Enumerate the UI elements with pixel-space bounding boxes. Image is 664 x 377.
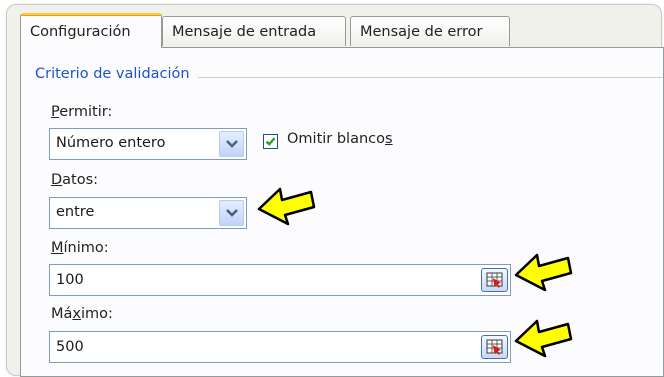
- range-selector-icon: [486, 272, 503, 288]
- range-selector-icon: [486, 339, 503, 355]
- tab-mensaje-entrada[interactable]: Mensaje de entrada: [162, 16, 346, 46]
- permitir-dropdown-button[interactable]: [219, 131, 244, 157]
- maximo-label: Máximo:: [51, 306, 113, 322]
- minimo-range-button[interactable]: [481, 268, 508, 292]
- permitir-select[interactable]: Número entero: [49, 128, 247, 160]
- tab-label: Mensaje de error: [360, 24, 483, 40]
- maximo-input[interactable]: 500: [49, 331, 511, 363]
- tab-configuracion[interactable]: Configuración: [20, 13, 162, 48]
- minimo-label: Mínimo:: [51, 240, 109, 256]
- permitir-value: Número entero: [56, 135, 166, 151]
- omitir-blancos-checkbox[interactable]: [263, 134, 278, 149]
- chevron-down-icon: [226, 209, 238, 217]
- chevron-down-icon: [226, 140, 238, 148]
- tab-mensaje-error[interactable]: Mensaje de error: [350, 16, 510, 46]
- datos-value: entre: [56, 204, 95, 220]
- minimo-input[interactable]: 100: [49, 264, 511, 296]
- tab-label: Configuración: [30, 24, 131, 40]
- datos-dropdown-button[interactable]: [219, 200, 244, 226]
- maximo-value: 500: [56, 339, 84, 355]
- arrow-left-icon: [514, 319, 573, 358]
- minimo-value: 100: [56, 272, 84, 288]
- arrow-left-icon: [514, 253, 573, 292]
- maximo-range-button[interactable]: [481, 335, 508, 359]
- omitir-blancos-label[interactable]: Omitir blancos: [287, 131, 393, 147]
- datos-label: Datos:: [51, 172, 99, 188]
- tab-label: Mensaje de entrada: [172, 24, 317, 40]
- arrow-left-icon: [257, 187, 316, 226]
- group-title: Criterio de validación: [35, 66, 198, 82]
- checkmark-icon: [265, 137, 276, 146]
- datos-select[interactable]: entre: [49, 197, 247, 229]
- permitir-label: Permitir:: [51, 104, 113, 120]
